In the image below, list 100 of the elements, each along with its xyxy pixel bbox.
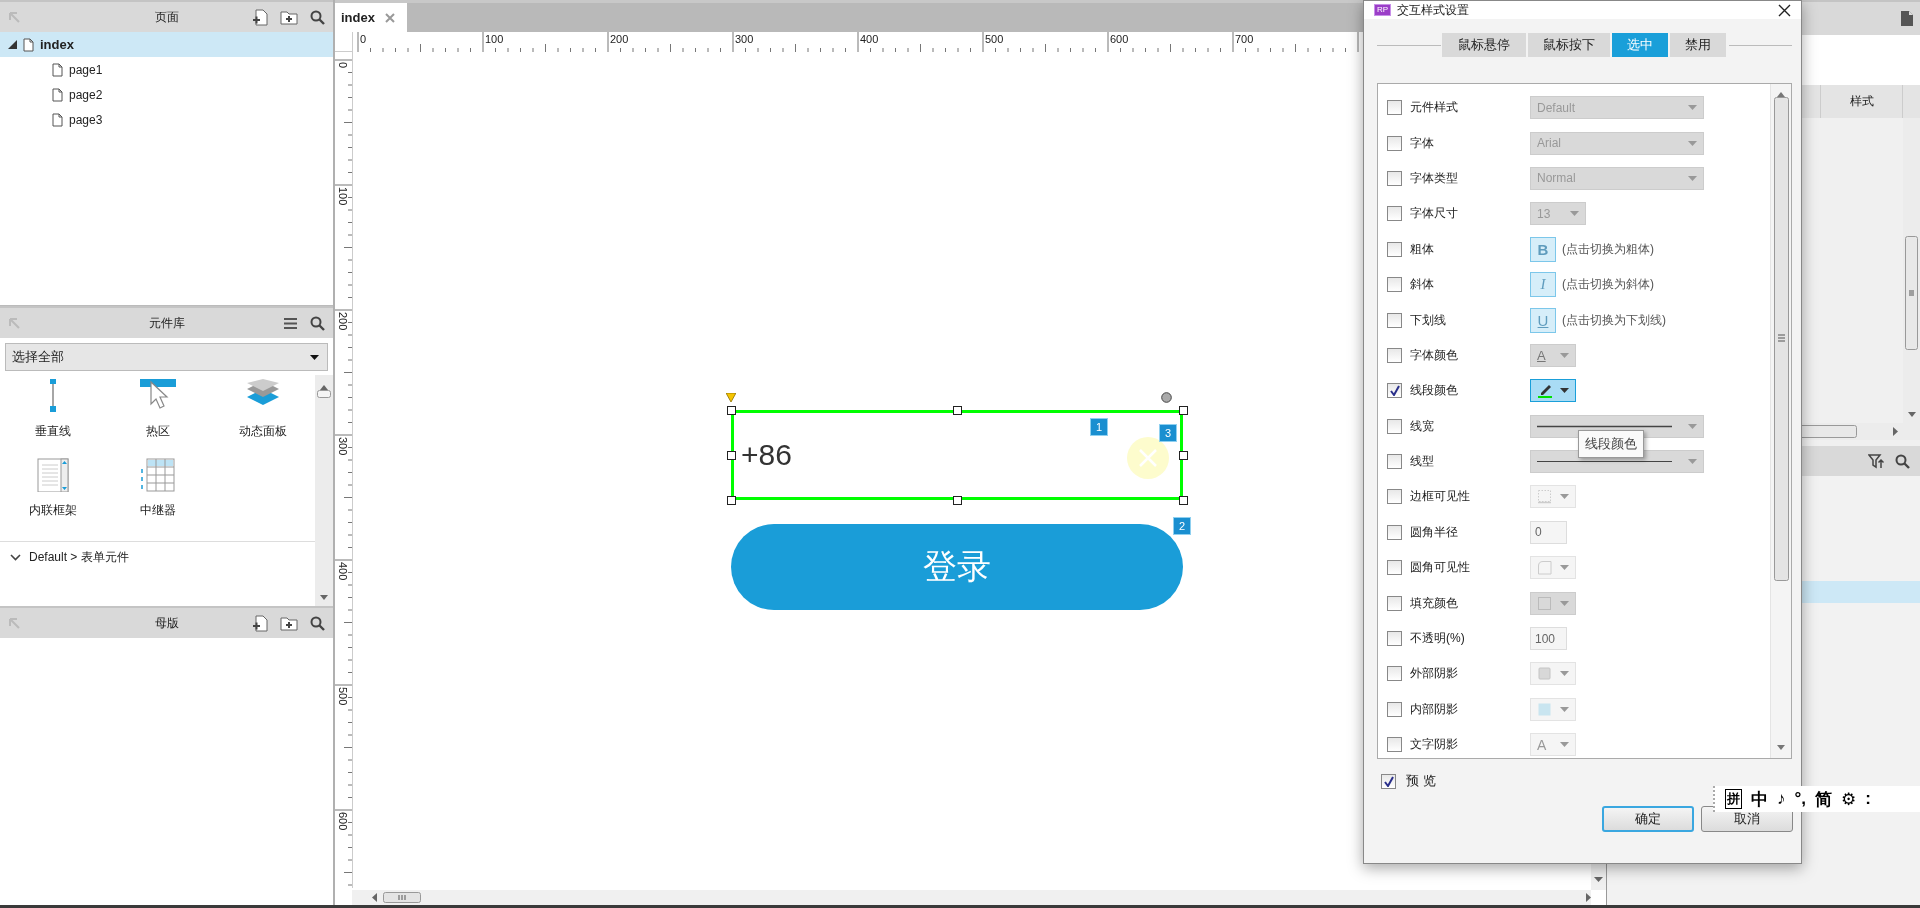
- add-folder-icon[interactable]: [280, 615, 298, 631]
- checkbox[interactable]: [1387, 701, 1402, 717]
- resize-handle[interactable]: [727, 496, 736, 505]
- widget-label[interactable]: 垂直线: [34, 423, 71, 440]
- scroll-thumb-icon[interactable]: [317, 390, 331, 398]
- checkbox[interactable]: [1387, 524, 1402, 540]
- number-field[interactable]: 100: [1530, 627, 1567, 651]
- scroll-left-icon[interactable]: [372, 893, 377, 902]
- checkbox[interactable]: [1387, 489, 1402, 505]
- option-label: 字体类型: [1410, 169, 1459, 187]
- resize-handle[interactable]: [953, 406, 962, 415]
- scroll-down-icon[interactable]: [1777, 745, 1785, 750]
- checkbox[interactable]: [1387, 170, 1402, 186]
- tab[interactable]: 鼠标按下: [1527, 33, 1610, 57]
- option-label: 文字阴影: [1410, 736, 1459, 754]
- scroll-down-icon[interactable]: [320, 595, 328, 600]
- anchor-triangle-icon: [726, 393, 736, 402]
- resize-handle[interactable]: [1179, 496, 1188, 505]
- tab[interactable]: 禁用: [1669, 33, 1726, 57]
- checkbox[interactable]: [1387, 100, 1402, 116]
- checkbox[interactable]: [1387, 383, 1402, 399]
- interaction-marker: 3: [1159, 424, 1177, 442]
- option-label: 边框可见性: [1410, 488, 1471, 506]
- document-tab[interactable]: index: [335, 3, 407, 32]
- page-icon[interactable]: [1900, 10, 1914, 27]
- search-icon[interactable]: [310, 9, 325, 25]
- grid-icon[interactable]: [139, 458, 176, 492]
- page-tree-item[interactable]: page1: [0, 57, 333, 82]
- checkbox[interactable]: [1387, 347, 1402, 363]
- checkbox[interactable]: [1387, 135, 1402, 151]
- checkbox[interactable]: [1387, 737, 1402, 753]
- ok-button[interactable]: 确定: [1602, 806, 1694, 832]
- search-icon[interactable]: [310, 315, 325, 331]
- widget-label[interactable]: 热区: [145, 423, 170, 440]
- library-group-header[interactable]: Default > 表单元件: [0, 541, 315, 572]
- hint-text: (点击切换为粗体): [1562, 240, 1654, 258]
- ruler-label: 400: [337, 562, 349, 581]
- caret-icon: [1560, 565, 1569, 571]
- checkbox[interactable]: [1381, 773, 1396, 789]
- panel-title: 页面: [154, 8, 179, 26]
- caret-icon: [1688, 175, 1697, 181]
- option-label: 填充颜色: [1410, 594, 1459, 612]
- ime-button[interactable]: :: [1865, 789, 1871, 809]
- checkbox[interactable]: [1387, 312, 1402, 328]
- page-tree-item[interactable]: page3: [0, 107, 333, 132]
- widget-label[interactable]: 内联框架: [28, 502, 77, 519]
- widget-label[interactable]: 动态面板: [238, 423, 287, 440]
- menu-icon[interactable]: [283, 316, 298, 330]
- caret-icon: [1688, 140, 1697, 146]
- checkbox[interactable]: [1387, 560, 1402, 576]
- ime-button[interactable]: °,: [1794, 789, 1807, 809]
- interaction-marker: 1: [1090, 418, 1108, 436]
- checkbox[interactable]: [1387, 631, 1402, 647]
- ruler-label: 600: [1110, 33, 1129, 45]
- ime-button[interactable]: 简: [1815, 787, 1833, 811]
- scroll-thumb-icon[interactable]: [1905, 236, 1918, 350]
- resize-handle[interactable]: [953, 496, 962, 505]
- option-label: 线型: [1410, 453, 1435, 471]
- page-tree-item[interactable]: index: [0, 32, 333, 57]
- ruler-label: 700: [1235, 33, 1254, 45]
- resize-handle[interactable]: [1179, 406, 1188, 415]
- scroll-thumb-icon[interactable]: [383, 892, 421, 903]
- number-field[interactable]: 0: [1530, 520, 1567, 544]
- ime-button[interactable]: ⚙: [1841, 788, 1857, 810]
- clear-icon: [1127, 437, 1169, 479]
- ime-button[interactable]: ♪: [1777, 789, 1786, 809]
- checkbox[interactable]: [1387, 595, 1402, 611]
- panel-title: 母版: [154, 614, 179, 632]
- close-icon[interactable]: [1778, 3, 1791, 17]
- scroll-thumb-icon[interactable]: [1773, 97, 1789, 581]
- scroll-down-icon[interactable]: [1594, 877, 1604, 882]
- scroll-right-icon[interactable]: [1586, 893, 1592, 902]
- search-icon[interactable]: [1895, 453, 1910, 469]
- caret-icon: [1688, 105, 1697, 111]
- checkbox[interactable]: [1387, 418, 1402, 434]
- search-icon[interactable]: [310, 615, 325, 631]
- add-page-icon[interactable]: [252, 614, 268, 632]
- resize-handle[interactable]: [1179, 451, 1188, 460]
- add-folder-icon[interactable]: [280, 9, 298, 25]
- resize-handle[interactable]: [727, 406, 736, 415]
- checkbox[interactable]: [1387, 454, 1402, 470]
- add-page-icon[interactable]: [252, 8, 268, 26]
- frame-icon[interactable]: [34, 458, 71, 492]
- scroll-down-icon[interactable]: [1907, 412, 1916, 417]
- ruler-label: 100: [337, 187, 349, 206]
- filter-dropdown[interactable]: 选择全部: [5, 343, 328, 371]
- checkbox[interactable]: [1387, 206, 1402, 222]
- scroll-right-icon[interactable]: [1893, 427, 1898, 436]
- checkbox[interactable]: [1387, 241, 1402, 257]
- checkbox[interactable]: [1387, 277, 1402, 293]
- resize-handle[interactable]: [727, 451, 736, 460]
- ime-button[interactable]: 拼: [1725, 789, 1742, 809]
- tab[interactable]: 鼠标悬停: [1441, 33, 1526, 57]
- checkbox[interactable]: [1387, 666, 1402, 682]
- page-tree-item[interactable]: page2: [0, 82, 333, 107]
- option-label: 下划线: [1410, 311, 1447, 329]
- dropdown[interactable]: [1530, 379, 1576, 403]
- filter-icon[interactable]: [1868, 453, 1885, 469]
- rotate-handle-icon[interactable]: [1161, 392, 1172, 403]
- widget-label[interactable]: 中继器: [139, 502, 176, 519]
